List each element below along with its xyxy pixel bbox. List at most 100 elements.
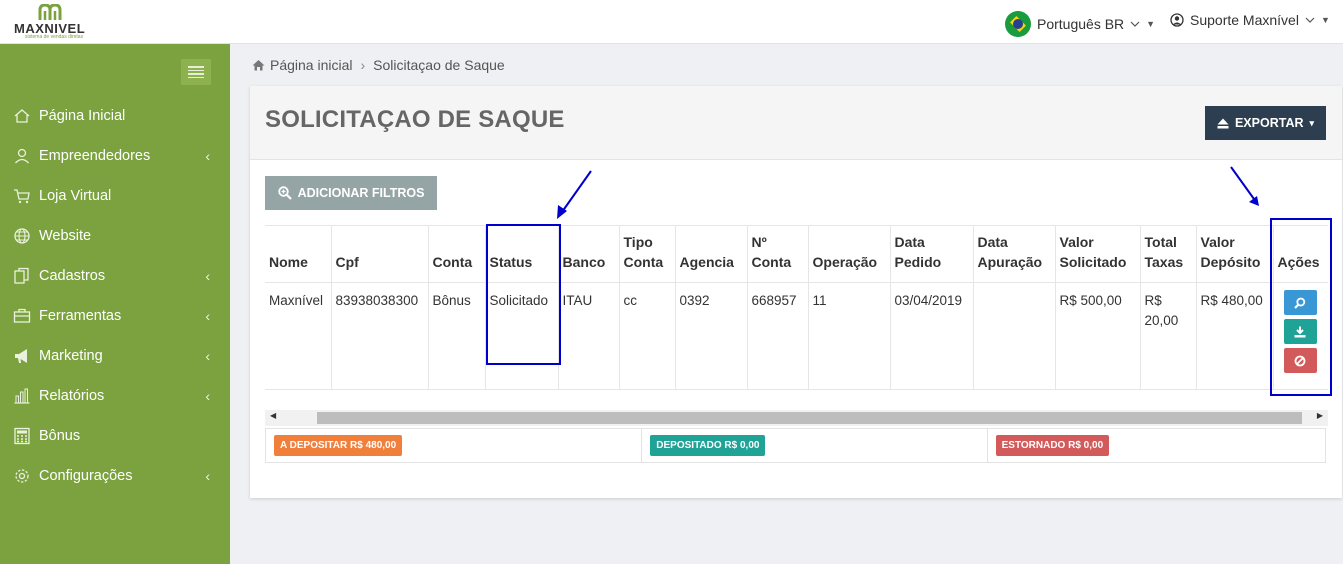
sidebar-item-marketing[interactable]: Marketing ‹ <box>0 336 230 376</box>
actions-column-highlight <box>1270 218 1332 396</box>
toolbox-icon <box>12 306 32 326</box>
logo-mark-icon <box>38 4 62 20</box>
a-depositar-badge: A DEPOSITAR R$ 480,00 <box>274 435 403 456</box>
export-button[interactable]: EXPORTAR ▾ <box>1205 106 1326 140</box>
withdrawal-requests-table: Nome Cpf Conta Status Banco Tipo Conta A… <box>265 225 1328 390</box>
sidebar-item-bonus[interactable]: Bônus <box>0 416 230 456</box>
chevron-left-icon: ‹ <box>205 348 210 364</box>
sidebar-item-label: Loja Virtual <box>39 188 112 204</box>
sidebar-item-loja-virtual[interactable]: Loja Virtual <box>0 176 230 216</box>
cell-data-pedido: 03/04/2019 <box>889 282 973 390</box>
column-header-tipo-conta[interactable]: Tipo Conta <box>618 225 675 283</box>
table-header-row: Nome Cpf Conta Status Banco Tipo Conta A… <box>265 225 1328 283</box>
sidebar-item-label: Relatórios <box>39 388 105 404</box>
table-row: Maxnível 83938038300 Bônus Solicitado IT… <box>265 282 1328 390</box>
cell-valor-deposito: R$ 480,00 <box>1195 282 1273 390</box>
language-label: Português BR <box>1037 16 1125 32</box>
sidebar-item-ferramentas[interactable]: Ferramentas ‹ <box>0 296 230 336</box>
cell-conta: Bônus <box>427 282 485 390</box>
sidebar: Página Inicial Empreendedores ‹ Loja Vir… <box>0 44 230 564</box>
sidebar-item-cadastros[interactable]: Cadastros ‹ <box>0 256 230 296</box>
home-icon <box>12 106 32 126</box>
chevron-left-icon: ‹ <box>205 268 210 284</box>
cell-nome: Maxnível <box>265 282 331 390</box>
chevron-left-icon: ‹ <box>205 388 210 404</box>
cell-agencia: 0392 <box>674 282 747 390</box>
user-circle-icon <box>1170 13 1184 27</box>
sidebar-item-label: Marketing <box>39 348 103 364</box>
totals-cell-pending: A DEPOSITAR R$ 480,00 <box>266 429 641 462</box>
cart-icon <box>12 186 32 206</box>
cell-banco: ITAU <box>557 282 619 390</box>
brazil-flag-icon <box>1005 11 1031 37</box>
column-header-valor-solicitado[interactable]: Valor Solicitado <box>1054 225 1140 283</box>
calculator-icon <box>12 426 32 446</box>
column-header-numero-conta[interactable]: Nº Conta <box>746 225 808 283</box>
export-label: EXPORTAR <box>1234 116 1304 130</box>
status-column-highlight <box>486 224 561 365</box>
add-filters-label: ADICIONAR FILTROS <box>297 186 425 200</box>
menu-bar-icon <box>188 69 204 71</box>
column-header-banco[interactable]: Banco <box>557 225 619 283</box>
menu-bar-icon <box>188 66 204 68</box>
sidebar-item-label: Bônus <box>39 428 81 444</box>
column-header-cpf[interactable]: Cpf <box>330 225 428 283</box>
sidebar-item-relatorios[interactable]: Relatórios ‹ <box>0 376 230 416</box>
breadcrumb-home-link[interactable]: Página inicial <box>270 57 353 73</box>
menu-bar-icon <box>188 73 204 75</box>
sidebar-item-label: Configurações <box>39 468 133 484</box>
column-header-valor-deposito[interactable]: Valor Depósito <box>1195 225 1273 283</box>
globe-icon <box>12 226 32 246</box>
page-title: SOLICITAÇAO DE SAQUE <box>265 106 565 133</box>
breadcrumb-separator: › <box>360 57 366 73</box>
scrollbar-thumb[interactable] <box>317 412 1302 424</box>
column-header-data-apuracao[interactable]: Data Apuração <box>972 225 1055 283</box>
eject-icon <box>1217 118 1229 128</box>
home-icon <box>252 60 265 71</box>
sidebar-item-pagina-inicial[interactable]: Página Inicial <box>0 96 230 136</box>
top-bar: MAXNIVEL sistema de vendas diretas Portu… <box>0 0 1343 44</box>
column-header-nome[interactable]: Nome <box>265 225 331 283</box>
language-selector[interactable]: Português BR ▼ <box>1005 11 1155 37</box>
chevron-left-icon: ‹ <box>205 308 210 324</box>
scroll-right-arrow-icon[interactable]: ▶ <box>1317 411 1323 420</box>
zoom-in-icon <box>277 186 292 200</box>
cell-data-apuracao <box>972 282 1055 390</box>
user-menu[interactable]: Suporte Maxnível ▼ <box>1170 12 1330 28</box>
column-header-data-pedido[interactable]: Data Pedido <box>889 225 973 283</box>
gear-icon <box>12 466 32 486</box>
horizontal-scrollbar[interactable]: ◀ ▶ <box>265 410 1328 426</box>
totals-cell-reversed: ESTORNADO R$ 0,00 <box>986 429 1325 462</box>
cell-cpf: 83938038300 <box>330 282 428 390</box>
documents-icon <box>12 266 32 286</box>
breadcrumb: Página inicial › Solicitaçao de Saque <box>252 57 505 73</box>
user-icon <box>12 146 32 166</box>
sidebar-toggle-button[interactable] <box>181 59 211 85</box>
scroll-left-arrow-icon[interactable]: ◀ <box>270 411 276 420</box>
chevron-down-icon <box>1130 21 1140 27</box>
main-card: SOLICITAÇAO DE SAQUE EXPORTAR ▾ ADICIONA… <box>250 86 1342 498</box>
user-name: Suporte Maxnível <box>1190 12 1299 28</box>
column-header-conta[interactable]: Conta <box>427 225 485 283</box>
sidebar-item-label: Página Inicial <box>39 108 126 124</box>
column-header-operacao[interactable]: Operação <box>807 225 890 283</box>
cell-valor-solicitado: R$ 500,00 <box>1054 282 1140 390</box>
depositado-badge: DEPOSITADO R$ 0,00 <box>650 435 766 456</box>
sidebar-item-label: Website <box>39 228 92 244</box>
column-header-agencia[interactable]: Agencia <box>674 225 747 283</box>
column-header-total-taxas[interactable]: Total Taxas <box>1139 225 1196 283</box>
brand-logo[interactable]: MAXNIVEL sistema de vendas diretas <box>14 4 94 40</box>
chevron-down-icon <box>1305 17 1315 23</box>
sidebar-item-website[interactable]: Website <box>0 216 230 256</box>
sidebar-item-configuracoes[interactable]: Configurações ‹ <box>0 456 230 496</box>
sidebar-item-label: Cadastros <box>39 268 106 284</box>
sidebar-item-empreendedores[interactable]: Empreendedores ‹ <box>0 136 230 176</box>
totals-cell-deposited: DEPOSITADO R$ 0,00 <box>641 429 986 462</box>
chevron-left-icon: ‹ <box>205 468 210 484</box>
cell-tipo-conta: cc <box>618 282 675 390</box>
sidebar-item-label: Ferramentas <box>39 308 122 324</box>
cell-numero-conta: 668957 <box>746 282 808 390</box>
add-filters-button[interactable]: ADICIONAR FILTROS <box>265 176 437 210</box>
sidebar-menu: Página Inicial Empreendedores ‹ Loja Vir… <box>0 96 230 496</box>
totals-bar: A DEPOSITAR R$ 480,00 DEPOSITADO R$ 0,00… <box>265 428 1326 463</box>
